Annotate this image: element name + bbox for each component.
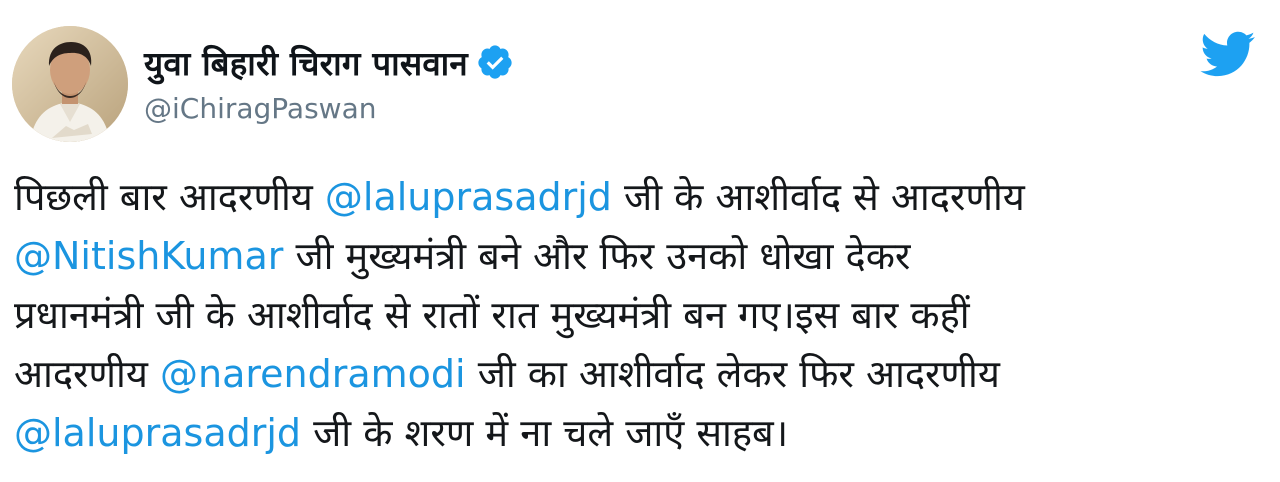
tweet-text-segment: जी मुख्यमंत्री बने और फिर उनको धोखा देकर [283,234,911,278]
tweet-card: युवा बिहारी चिराग पासवान @iChiragPaswan … [0,0,1280,482]
tweet-line: पिछली बार आदरणीय @laluprasadrjd जी के आश… [14,168,1266,227]
tweet-author: युवा बिहारी चिराग पासवान @iChiragPaswan [144,38,514,125]
twitter-bird-icon[interactable] [1198,30,1256,78]
mention-link[interactable]: @NitishKumar [14,234,283,278]
mention-link[interactable]: @narendramodi [160,352,466,396]
tweet-text-segment: जी का आशीर्वाद लेकर फिर आदरणीय [465,352,1000,396]
avatar-image [12,26,128,142]
mention-link[interactable]: @laluprasadrjd [14,411,301,455]
tweet-line: @NitishKumar जी मुख्यमंत्री बने और फिर उ… [14,227,1266,286]
author-display-name[interactable]: युवा बिहारी चिराग पासवान [144,40,468,85]
tweet-line: @laluprasadrjd जी के शरण में ना चले जाएँ… [14,404,1266,463]
tweet-line: प्रधानमंत्री जी के आशीर्वाद से रातों रात… [14,286,1266,345]
tweet-text-segment: आदरणीय [14,352,160,396]
tweet-text: पिछली बार आदरणीय @laluprasadrjd जी के आश… [14,168,1266,463]
name-row: युवा बिहारी चिराग पासवान [144,38,514,86]
tweet-text-segment: प्रधानमंत्री जी के आशीर्वाद से रातों रात… [14,293,970,337]
tweet-line: आदरणीय @narendramodi जी का आशीर्वाद लेकर… [14,345,1266,404]
mention-link[interactable]: @laluprasadrjd [325,175,612,219]
verified-badge-icon [476,43,514,81]
author-handle[interactable]: @iChiragPaswan [144,92,514,125]
tweet-text-segment: जी के शरण में ना चले जाएँ साहब। [301,411,789,455]
tweet-text-segment: जी के आशीर्वाद से आदरणीय [611,175,1025,219]
avatar[interactable] [12,26,128,142]
tweet-text-segment: पिछली बार आदरणीय [14,175,325,219]
